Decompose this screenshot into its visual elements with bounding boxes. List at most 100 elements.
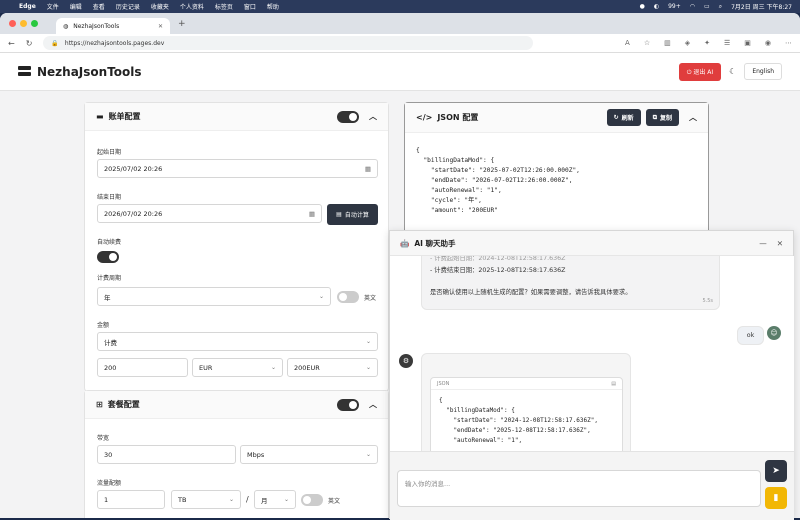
code-content: { "billingDataMod": { "startDate": "2024… xyxy=(439,397,598,444)
address-bar[interactable]: 🔒 https://nezhajsontools.pages.dev xyxy=(43,36,534,50)
menu-edit[interactable]: 编辑 xyxy=(70,2,82,11)
traffic-input[interactable]: 1 xyxy=(97,490,165,509)
split-screen-icon[interactable]: ▥ xyxy=(664,39,671,47)
assistant-code-message: JSON ▤ { "billingDataMod": { "startDate"… xyxy=(421,353,631,451)
billing-enable-toggle[interactable] xyxy=(337,110,359,123)
network-icon: ⊞ xyxy=(96,400,103,409)
chat-messages: - 计费起始日期：2024-12-08T12:58:17.636Z - 计费结束… xyxy=(390,256,794,451)
profile-avatar[interactable]: ◉ xyxy=(765,39,771,47)
battery-icon[interactable]: ▭ xyxy=(704,3,710,10)
ai-chat-panel: 🤖 AI 聊天助手 — ✕ - 计费起始日期：2024-12-08T12:58:… xyxy=(389,230,794,520)
cat-icon[interactable]: ● xyxy=(640,3,645,10)
chevron-up-icon[interactable]: ︿ xyxy=(369,111,377,122)
close-icon[interactable]: ✕ xyxy=(777,239,783,248)
traffic-period-select[interactable]: 月 ⌄ xyxy=(254,490,296,509)
back-icon[interactable]: ← xyxy=(8,39,15,48)
amount-combined-select[interactable]: 200EUR ⌄ xyxy=(287,358,378,377)
extension-icon[interactable]: ◈ xyxy=(685,39,690,47)
minimize-window-button[interactable] xyxy=(20,20,27,27)
new-tab-icon[interactable]: + xyxy=(178,19,186,29)
auto-calc-button[interactable]: ▤ 自动计算 xyxy=(327,204,378,225)
more-menu-icon[interactable]: ⋯ xyxy=(785,39,792,47)
bandwidth-unit-select[interactable]: Mbps ⌄ xyxy=(240,445,378,464)
notification-badge[interactable]: 99+ xyxy=(668,3,681,10)
cycle-select[interactable]: 年 ⌄ xyxy=(97,287,331,306)
wifi-icon[interactable]: ◠ xyxy=(690,3,695,10)
menu-view[interactable]: 查看 xyxy=(93,2,105,11)
start-date-input[interactable]: 2025/07/02 20:26 ▦ xyxy=(97,159,378,178)
menu-history[interactable]: 历史记录 xyxy=(116,2,140,11)
billing-card: ▬ 账单配置 ︿ 起始日期 2025/07/02 20:26 ▦ 结束日期 20… xyxy=(84,102,389,392)
amount-input[interactable]: 200 xyxy=(97,358,188,377)
chat-input[interactable]: 输入你的消息... xyxy=(397,470,761,507)
refresh-icon[interactable]: ↻ xyxy=(26,39,33,48)
macos-menubar: Edge 文件 编辑 查看 历史记录 收藏夹 个人资料 标签页 窗口 帮助 ● … xyxy=(0,0,800,13)
favorite-star-icon[interactable]: ☆ xyxy=(644,39,650,47)
chevron-down-icon: ⌄ xyxy=(365,451,371,458)
chevron-up-icon[interactable]: ︿ xyxy=(369,399,377,410)
traffic-english-toggle[interactable] xyxy=(301,494,323,506)
menu-tabs[interactable]: 标签页 xyxy=(215,2,233,11)
calendar-icon[interactable]: ▦ xyxy=(309,210,315,218)
copy-code-icon[interactable]: ▤ xyxy=(611,378,616,390)
amount-label: 金额 xyxy=(97,322,110,329)
language-button[interactable]: English xyxy=(744,63,782,80)
read-aloud-icon[interactable]: A xyxy=(625,39,630,47)
search-icon[interactable]: ⌕ xyxy=(719,3,722,11)
auto-calc-label: 自动计算 xyxy=(344,212,369,219)
chat-title: AI 聊天助手 xyxy=(414,238,456,248)
message-line: 是否确认使用以上随机生成的配置？如果需要调整，请告诉我具体要求。 xyxy=(430,289,632,296)
refresh-button[interactable]: ↻ 刷新 xyxy=(606,109,641,126)
auto-renew-toggle[interactable] xyxy=(97,251,119,263)
app-menu[interactable]: Edge xyxy=(19,3,36,10)
collections-icon[interactable]: ▣ xyxy=(744,39,751,47)
exit-ai-button[interactable]: ⏻ 退出 AI xyxy=(678,62,722,81)
favorites-icon[interactable]: ☰ xyxy=(724,39,730,47)
json-panel: </> JSON 配置 ↻ 刷新 ⧉ 复制 ︿ { "billingDataMo… xyxy=(404,102,709,242)
minimize-icon[interactable]: — xyxy=(759,239,767,248)
calendar-icon[interactable]: ▦ xyxy=(365,165,371,173)
close-tab-icon[interactable]: ✕ xyxy=(158,23,163,30)
cycle-label: 计费周期 xyxy=(97,275,122,282)
message-line: - 计费起始日期：2024-12-08T12:58:17.636Z xyxy=(430,256,566,262)
chevron-up-icon[interactable]: ︿ xyxy=(689,112,697,123)
maximize-window-button[interactable] xyxy=(31,20,38,27)
menu-profile[interactable]: 个人资料 xyxy=(180,2,204,11)
plan-enable-toggle[interactable] xyxy=(337,398,359,411)
traffic-unit-select[interactable]: TB ⌄ xyxy=(171,490,241,509)
menu-file[interactable]: 文件 xyxy=(47,2,59,11)
refresh-label: 刷新 xyxy=(621,115,634,122)
trash-icon: ▮ xyxy=(773,493,779,503)
send-icon: ➤ xyxy=(772,466,780,476)
menu-help[interactable]: 帮助 xyxy=(267,2,279,11)
cycle-english-toggle[interactable] xyxy=(337,291,359,303)
tab-nezhajsontools[interactable]: ◍ NezhaJsonTools ✕ xyxy=(56,18,170,34)
lock-icon: 🔒 xyxy=(51,39,59,47)
amount-mode-select[interactable]: 计费 ⌄ xyxy=(97,332,378,351)
amount-combined-value: 200EUR xyxy=(294,363,320,372)
close-window-button[interactable] xyxy=(9,20,16,27)
billing-card-header: ▬ 账单配置 ︿ xyxy=(85,103,388,131)
end-date-input[interactable]: 2026/07/02 20:26 ▦ xyxy=(97,204,322,223)
traffic-english-label: 英文 xyxy=(328,498,341,505)
start-date-value: 2025/07/02 20:26 xyxy=(104,164,163,173)
bandwidth-input[interactable]: 30 xyxy=(97,445,236,464)
clear-chat-button[interactable]: ▮ xyxy=(765,487,787,509)
app-logo: NezhaJsonTools xyxy=(18,65,142,79)
chevron-down-icon: ⌄ xyxy=(318,293,324,300)
copy-icon: ⧉ xyxy=(652,113,657,121)
amount-mode-value: 计费 xyxy=(104,338,117,347)
plan-card: ⊞ 套餐配置 ︿ 带宽 30 Mbps ⌄ 流量配额 1 TB ⌄ / 月 ⌄ … xyxy=(84,390,389,518)
url-text: https://nezhajsontools.pages.dev xyxy=(64,39,165,47)
chevron-down-icon: ⌄ xyxy=(270,364,276,371)
moon-icon[interactable]: ☾ xyxy=(729,67,736,76)
copilot-icon[interactable]: ✦ xyxy=(704,39,710,47)
clock[interactable]: 7月2日 周三 下午8:27 xyxy=(731,2,792,11)
menu-window[interactable]: 窗口 xyxy=(244,2,256,11)
currency-select[interactable]: EUR ⌄ xyxy=(192,358,283,377)
send-button[interactable]: ➤ xyxy=(765,460,787,482)
menu-favorites[interactable]: 收藏夹 xyxy=(151,2,169,11)
wechat-icon[interactable]: ◐ xyxy=(654,3,659,10)
copy-button[interactable]: ⧉ 复制 xyxy=(645,109,679,126)
cycle-value: 年 xyxy=(104,293,111,302)
